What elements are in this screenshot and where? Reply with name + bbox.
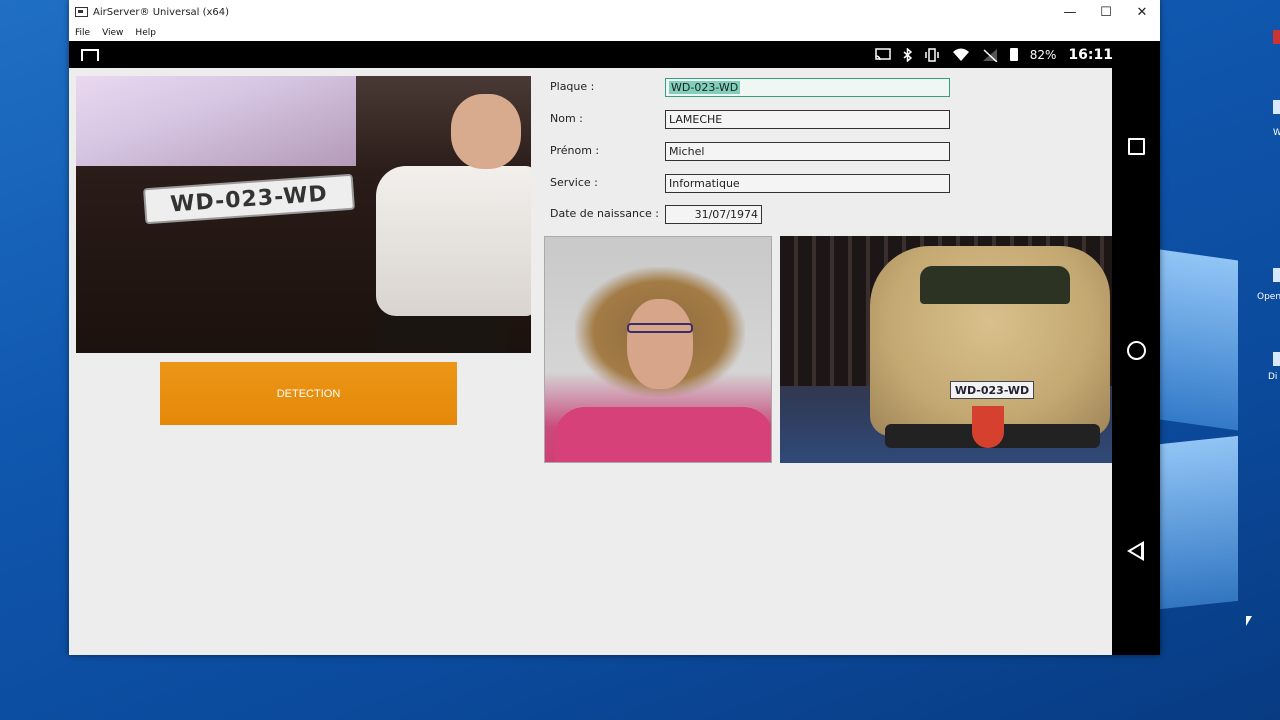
- form-row-prenom: Prénom : Michel: [550, 140, 970, 162]
- bluetooth-icon: [903, 47, 912, 62]
- plaque-value: WD-023-WD: [669, 81, 741, 94]
- prenom-input[interactable]: Michel: [665, 142, 950, 161]
- nom-input[interactable]: LAMECHE: [665, 110, 950, 129]
- clock: 16:11: [1068, 46, 1113, 63]
- vibrate-icon: [925, 47, 939, 62]
- desktop-shortcut-icon[interactable]: [1273, 268, 1280, 282]
- window-controls: — ☐ ✕: [1052, 0, 1160, 24]
- desktop-icon-label: Di: [1268, 372, 1278, 382]
- desktop-shortcut-icon[interactable]: [1273, 352, 1280, 366]
- captured-photo: WD-023-WD: [76, 76, 531, 353]
- desktop-icon-label: Open: [1257, 292, 1280, 302]
- car-window: [920, 266, 1070, 304]
- form-row-nom: Nom : LAMECHE: [550, 108, 970, 130]
- naissance-label: Date de naissance :: [550, 207, 659, 220]
- form-row-plaque: Plaque : WD-023-WD: [550, 76, 970, 98]
- menu-file[interactable]: File: [75, 28, 90, 38]
- car-tongue: [972, 406, 1004, 448]
- menu-bar: File View Help: [69, 24, 1160, 41]
- menu-view[interactable]: View: [102, 28, 123, 38]
- nom-label: Nom :: [550, 112, 583, 125]
- service-input[interactable]: Informatique: [665, 174, 950, 193]
- face: [627, 299, 693, 389]
- android-status-bar: 82% 16:11: [69, 41, 1160, 68]
- vehicle-license-plate: WD-023-WD: [950, 381, 1034, 399]
- detection-button[interactable]: DETECTION: [160, 362, 457, 425]
- mouse-cursor-icon: [1246, 616, 1252, 626]
- glasses: [627, 323, 693, 333]
- desktop-light-pane: [1160, 435, 1238, 610]
- sweater: [555, 407, 771, 462]
- close-button[interactable]: ✕: [1124, 0, 1160, 24]
- minimize-button[interactable]: —: [1052, 0, 1088, 24]
- service-label: Service :: [550, 176, 598, 189]
- wifi-icon: [952, 48, 969, 61]
- no-signal-icon: [982, 48, 998, 62]
- naissance-input[interactable]: 31/07/1974: [665, 205, 762, 224]
- form-row-service: Service : Informatique: [550, 172, 970, 194]
- desktop-shortcut-icon[interactable]: [1273, 30, 1280, 44]
- plaque-label: Plaque :: [550, 80, 595, 93]
- window-title: AirServer® Universal (x64): [93, 6, 230, 18]
- cast-icon: [875, 48, 891, 61]
- airserver-app-icon: [75, 7, 88, 17]
- home-icon[interactable]: [1127, 341, 1146, 360]
- mirrored-android-screen: 82% 16:11 WD-023-WD DETECTION Plaque : W…: [69, 41, 1160, 655]
- projector-screen: [76, 76, 356, 166]
- maximize-button[interactable]: ☐: [1088, 0, 1124, 24]
- back-icon[interactable]: [1127, 541, 1144, 561]
- airserver-window: AirServer® Universal (x64) — ☐ ✕ File Vi…: [69, 0, 1160, 655]
- desktop-icon-label: W: [1273, 128, 1280, 138]
- plaque-input[interactable]: WD-023-WD: [665, 78, 950, 97]
- android-nav-bar: [1112, 68, 1160, 655]
- battery-percent: 82%: [1029, 47, 1057, 62]
- person-shirt: [376, 166, 531, 316]
- title-bar[interactable]: AirServer® Universal (x64) — ☐ ✕: [69, 0, 1160, 24]
- screen-cast-icon: [81, 48, 99, 61]
- vehicle-photo: WD-023-WD: [780, 236, 1112, 463]
- battery-icon: [1009, 48, 1018, 61]
- recents-icon[interactable]: [1128, 138, 1145, 155]
- desktop-light-pane: [1160, 249, 1238, 431]
- form-row-naissance: Date de naissance : 31/07/1974: [550, 203, 970, 225]
- prenom-label: Prénom :: [550, 144, 600, 157]
- desktop-shortcut-icon[interactable]: [1273, 100, 1280, 114]
- person-head: [451, 94, 521, 169]
- owner-photo: [544, 236, 772, 463]
- menu-help[interactable]: Help: [135, 28, 156, 38]
- license-plate: WD-023-WD: [143, 173, 355, 225]
- plate-detection-app: WD-023-WD DETECTION Plaque : WD-023-WD N…: [69, 68, 1112, 655]
